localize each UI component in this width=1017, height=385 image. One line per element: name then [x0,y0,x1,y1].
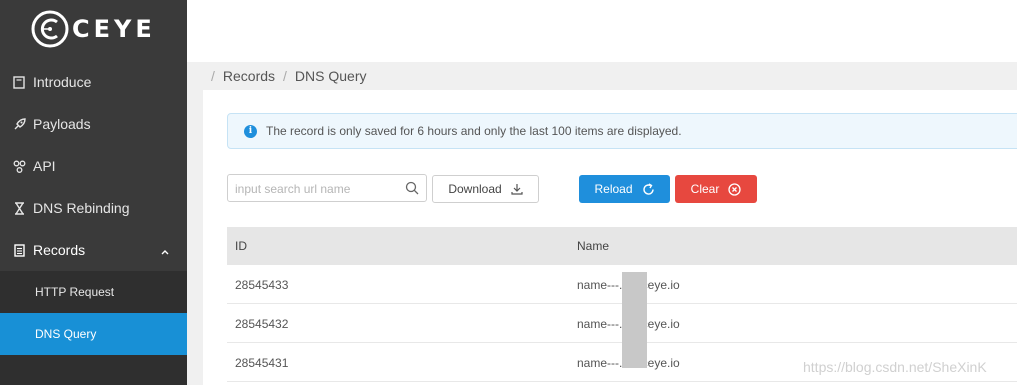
reload-button[interactable]: Reload [579,175,670,203]
sidebar-item-label: Payloads [33,116,91,132]
clear-button-label: Clear [690,182,720,196]
ceye-logo-icon [31,10,69,48]
breadcrumb-current: DNS Query [294,68,367,84]
download-icon [511,183,523,195]
sidebar-subitem-dns-query[interactable]: DNS Query [0,313,187,355]
sidebar-subitem-label: HTTP Request [35,285,115,299]
sidebar-item-records[interactable]: Records [0,229,187,271]
top-header [187,0,1017,62]
sidebar-item-label: API [33,158,56,174]
clear-button[interactable]: Clear [675,175,757,203]
book-icon [12,75,26,89]
download-button[interactable]: Download [432,175,539,203]
close-circle-icon [728,182,741,196]
column-header-id: ID [235,239,247,253]
sidebar-subitem-label: DNS Query [35,327,97,341]
breadcrumb: / Records / DNS Query [187,62,1017,90]
breadcrumb-separator: / [283,68,287,84]
sidebar-item-payloads[interactable]: Payloads [0,103,187,145]
info-alert: i The record is only saved for 6 hours a… [227,113,1017,149]
breadcrumb-separator: / [211,68,215,84]
list-icon [12,243,26,257]
content-gutter [187,90,203,385]
search-icon[interactable] [405,181,419,200]
sidebar-item-label: DNS Rebinding [33,200,130,216]
ceye-logo[interactable]: CEYE [30,8,156,50]
share-icon [12,159,26,173]
cell-id: 28545433 [235,278,289,292]
reload-button-label: Reload [594,182,633,196]
chevron-up-icon [160,244,170,260]
sidebar-item-label: Records [33,242,86,258]
cell-id: 28545432 [235,317,289,331]
brand-name: CEYE [72,15,156,43]
hourglass-icon [12,201,26,215]
rocket-icon [12,117,26,131]
sidebar-item-introduce[interactable]: Introduce [0,61,187,103]
breadcrumb-parent[interactable]: Records [223,68,275,84]
sidebar-item-api[interactable]: API [0,145,187,187]
download-button-label: Download [448,182,502,196]
column-header-name: Name [577,239,610,253]
sidebar-item-label: Introduce [33,74,92,90]
sidebar-subitem-http-request[interactable]: HTTP Request [0,271,187,313]
watermark: https://blog.csdn.net/SheXinK [803,359,987,375]
table-header: ID Name [227,227,1017,265]
info-icon: i [244,124,257,138]
alert-text: The record is only saved for 6 hours and… [266,124,682,138]
search-field[interactable] [227,174,427,202]
reload-icon [642,182,655,196]
cell-id: 28545431 [235,356,289,370]
sidebar-item-dns-rebinding[interactable]: DNS Rebinding [0,187,187,229]
redaction-block [622,272,647,368]
search-input[interactable] [235,180,400,198]
sidebar: CEYE Introduce Payloads API DNS Rebindin… [0,0,187,385]
